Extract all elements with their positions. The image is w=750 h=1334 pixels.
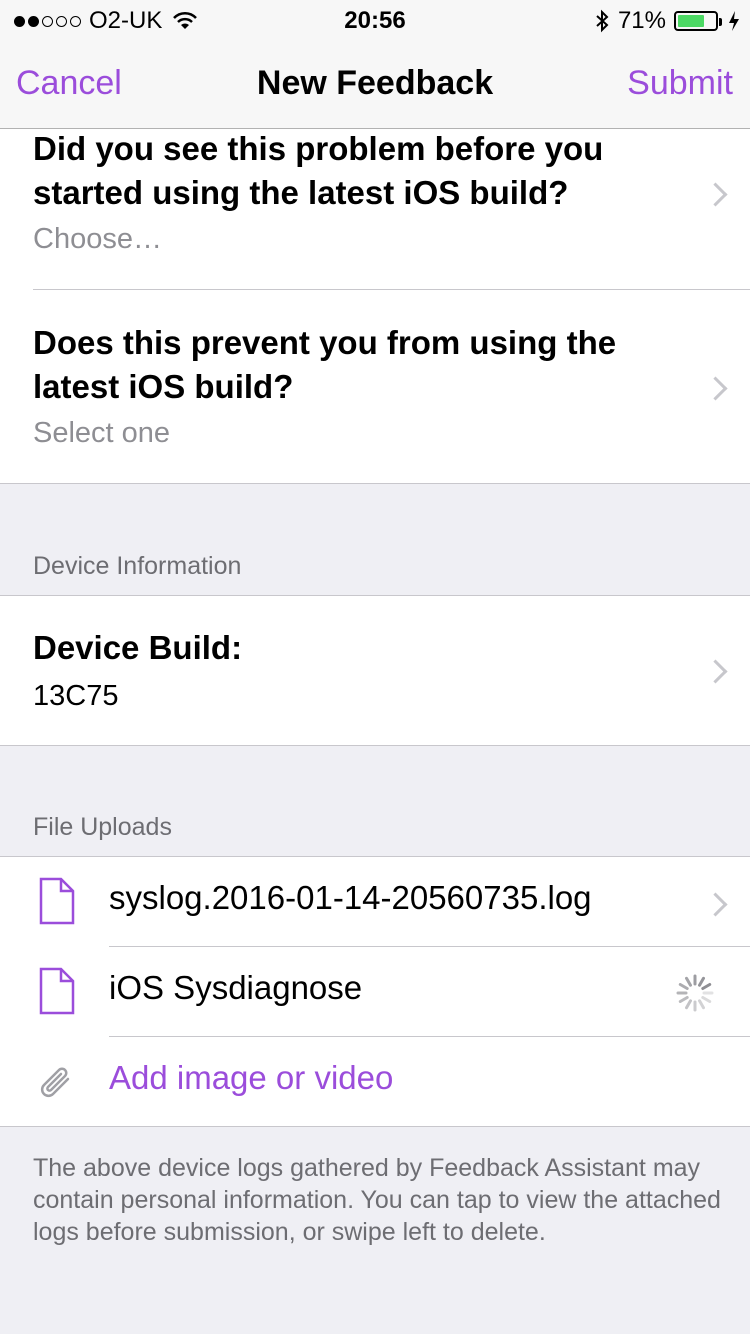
file-row-syslog[interactable]: syslog.2016-01-14-20560735.log: [0, 857, 750, 947]
device-build-value: 13C75: [33, 680, 119, 712]
status-right: 71%: [594, 7, 740, 35]
battery-level-fill: [678, 15, 704, 27]
file-name: syslog.2016-01-14-20560735.log: [109, 879, 592, 916]
battery-icon: [674, 11, 722, 31]
file-row-sysdiagnose[interactable]: iOS Sysdiagnose: [0, 947, 750, 1037]
section-header-device: Device Information: [33, 552, 242, 580]
chevron-right-icon: [703, 182, 728, 207]
question-text: Did you see this problem before you star…: [33, 130, 604, 211]
device-build-label: Device Build:: [33, 629, 243, 666]
battery-percent: 71%: [617, 7, 666, 34]
question-answer: Select one: [33, 417, 171, 449]
questions-card: Did you see this problem before you star…: [0, 129, 750, 484]
privacy-note: The above device logs gathered by Feedba…: [33, 1154, 721, 1246]
row-divider: [33, 289, 750, 290]
document-icon: [39, 967, 75, 1015]
document-icon: [39, 877, 75, 925]
paperclip-icon: [40, 1067, 70, 1098]
navigation-bar: Cancel New Feedback Submit: [0, 40, 750, 129]
question-answer: Choose…: [33, 223, 162, 255]
charging-icon: [729, 11, 739, 31]
add-media-row[interactable]: Add image or video: [0, 1037, 750, 1127]
chevron-right-icon: [703, 892, 728, 917]
loading-spinner-icon: [676, 974, 714, 1012]
status-bar: O2-UK 20:56 71%: [0, 0, 750, 40]
chevron-right-icon: [703, 659, 728, 684]
section-header-uploads: File Uploads: [33, 813, 172, 841]
file-name: iOS Sysdiagnose: [109, 969, 363, 1006]
add-image-or-video-button[interactable]: Add image or video: [109, 1059, 393, 1097]
question-text: Does this prevent you from using the lat…: [33, 324, 617, 405]
file-uploads-card: syslog.2016-01-14-20560735.log iOS Sysdi…: [0, 856, 750, 1127]
bluetooth-icon: [596, 9, 609, 33]
chevron-right-icon: [703, 376, 728, 401]
submit-button[interactable]: Submit: [627, 64, 733, 103]
device-build-row[interactable]: Device Build: 13C75: [0, 595, 750, 746]
